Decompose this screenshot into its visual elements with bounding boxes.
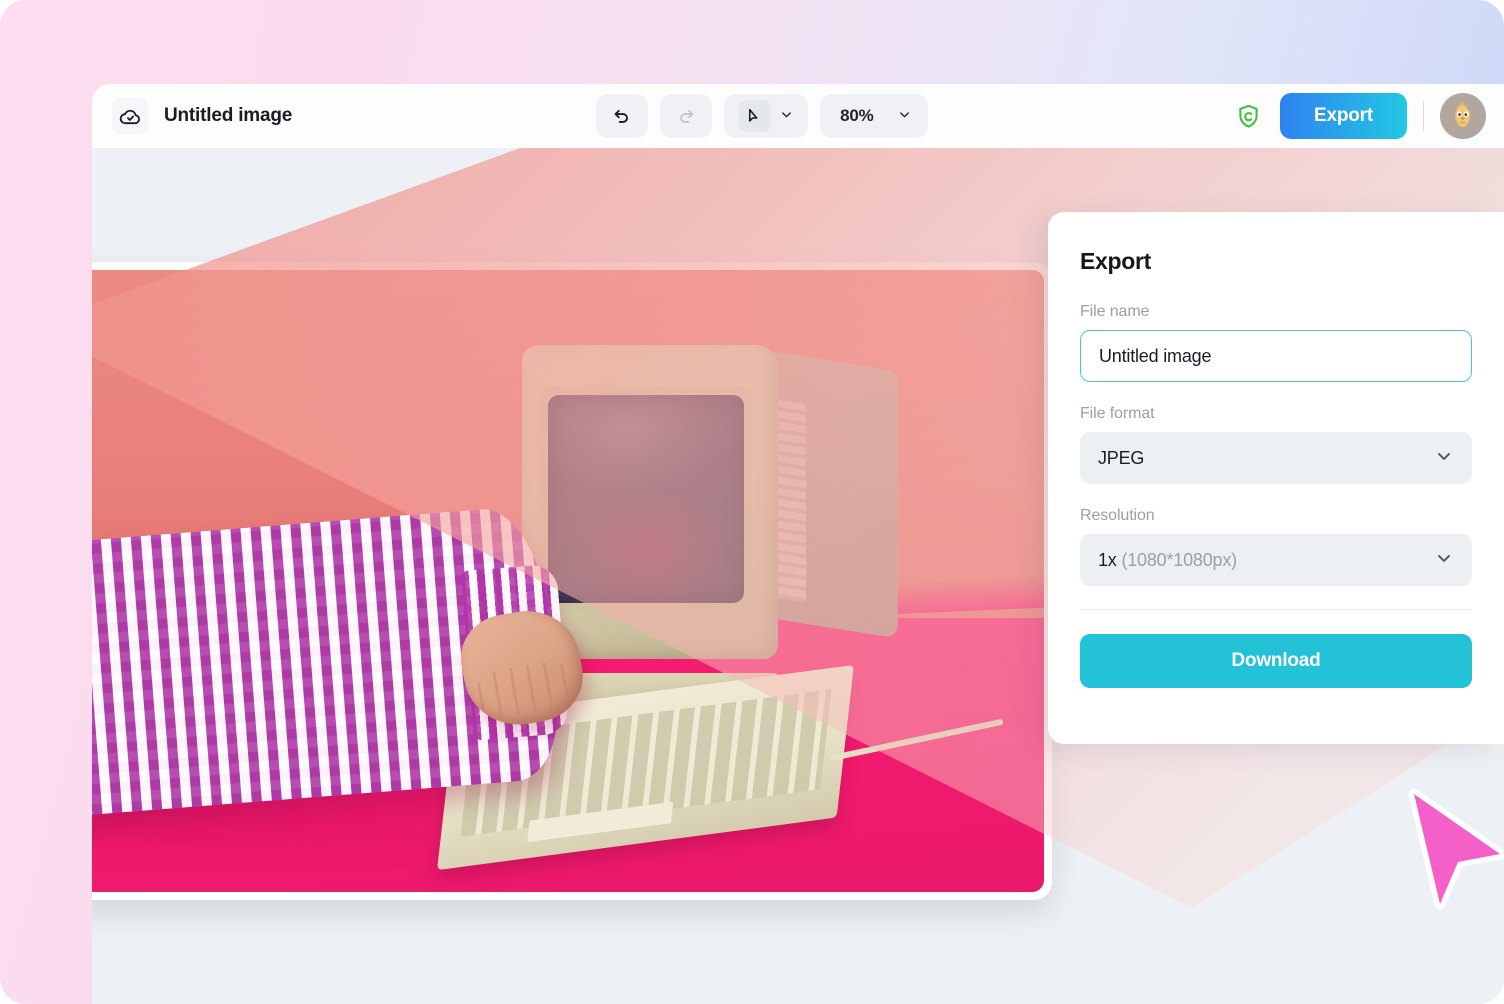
- file-format-label: File format: [1080, 405, 1155, 422]
- header-right-group: Export: [1232, 93, 1504, 139]
- decorative-backdrop: Untitled image 80% Export Export File na…: [0, 0, 1504, 1004]
- file-format-chevron-down-icon: [1434, 446, 1454, 471]
- resolution-dimensions: (1080*1080px): [1121, 549, 1237, 570]
- redo-arrow-icon: [675, 104, 697, 129]
- cursor-pointer-icon: [738, 100, 771, 132]
- download-button[interactable]: Download: [1080, 634, 1472, 688]
- resolution-chevron-down-icon: [1434, 548, 1454, 573]
- zoom-chevron-down-icon: [897, 107, 912, 125]
- redo-button[interactable]: [660, 94, 713, 138]
- crt-monitor: [508, 344, 898, 824]
- document-title[interactable]: Untitled image: [164, 105, 292, 127]
- app-window: Untitled image 80% Export Export File na…: [92, 84, 1504, 1004]
- vintage-crt-computer-photo: [92, 270, 1044, 892]
- export-panel: Export File name File format JPEG Resolu…: [1048, 212, 1504, 744]
- file-format-value: JPEG: [1098, 447, 1145, 468]
- undo-arrow-icon: [611, 104, 633, 129]
- panel-divider: [1080, 609, 1472, 610]
- file-name-label: File name: [1080, 303, 1150, 320]
- file-name-input[interactable]: [1080, 330, 1472, 382]
- select-tool-button[interactable]: [724, 94, 809, 138]
- header-divider: [1423, 101, 1424, 131]
- user-avatar[interactable]: [1440, 93, 1486, 139]
- undo-button[interactable]: [596, 94, 649, 138]
- shield-c-icon[interactable]: [1232, 100, 1264, 132]
- zoom-level-button[interactable]: 80%: [820, 94, 929, 138]
- cloud-check-icon[interactable]: [112, 98, 148, 134]
- resolution-select[interactable]: 1x (1080*1080px): [1080, 534, 1472, 586]
- header-tool-group: 80%: [292, 94, 1232, 138]
- image-canvas-card[interactable]: [92, 262, 1052, 900]
- resolution-label: Resolution: [1080, 507, 1155, 524]
- zoom-level-value: 80%: [840, 106, 874, 125]
- mouse-pointer-cursor: [1408, 788, 1504, 910]
- app-header: Untitled image 80% Export: [92, 84, 1504, 148]
- resolution-scale: 1x: [1098, 549, 1117, 570]
- export-button[interactable]: Export: [1280, 93, 1407, 139]
- export-panel-title: Export: [1080, 248, 1152, 274]
- select-tool-chevron-down-icon: [779, 107, 794, 125]
- resolution-value: 1x (1080*1080px): [1098, 550, 1237, 571]
- file-format-select[interactable]: JPEG: [1080, 432, 1472, 484]
- editor-canvas[interactable]: Export File name File format JPEG Resolu…: [92, 148, 1504, 1004]
- header-left-group: Untitled image: [92, 98, 292, 134]
